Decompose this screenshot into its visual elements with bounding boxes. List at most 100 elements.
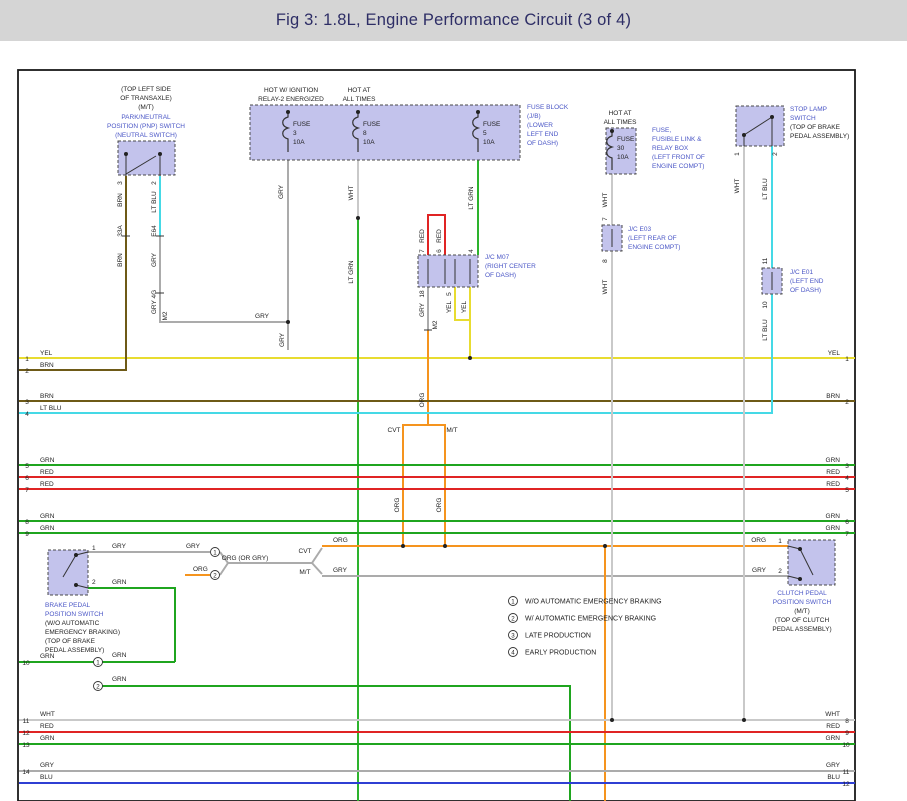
wire-label: (TOP OF CLUTCH [775,617,830,624]
wire-label: GRY [419,302,426,317]
wire-label: RED [40,481,54,488]
wire-label: LT BLU [762,319,769,341]
junction-dot [401,544,405,548]
junction-dot [74,583,78,587]
wire-label: 8 [25,519,29,526]
wire-gry-merge-c [312,563,322,574]
wire-label: ORG [333,537,348,544]
wire-label: GRN [826,525,841,532]
junction-dot [610,129,614,133]
wire-label: CVT [299,548,312,555]
component-label: LEFT END [527,131,559,138]
wire-label: GRY [255,313,270,320]
wire-label: 9 [25,531,29,538]
component-label: POSITION (PNP) SWITCH [107,123,185,130]
component-label: (NEUTRAL SWITCH) [115,132,177,139]
wire-label: 3 [293,130,297,137]
circled-number-text: 1 [213,549,217,556]
wire-label: 5 [483,130,487,137]
wire-label: RED [826,481,840,488]
wire-label: 2 [25,368,29,375]
component-label: FUSE, [652,127,671,134]
component-label: CLUTCH PEDAL [777,590,827,597]
wire-label: 2 [92,579,96,586]
wire-label: FUSE [617,136,635,143]
wire-label: RED [40,469,54,476]
wire-label: ALL TIMES [604,119,638,126]
wire-label: 5 [25,463,29,470]
legend-marker-number: 4 [511,649,515,656]
wire-label: (M/T) [794,608,810,615]
wire-label: LT BLU [151,191,158,213]
wire-label: BRN [117,193,124,207]
wire-label: (TOP OF BRAKE [45,638,96,645]
wire-label: 1 [92,545,96,552]
wire-label: LT GRN [348,260,355,284]
wire-label: 10A [617,154,629,161]
junction-dot [476,110,480,114]
wire-label: RED [826,469,840,476]
component-label: RELAY BOX [652,145,689,152]
diagram-border [18,70,855,801]
component-label: OF DASH) [527,140,558,147]
wire-label: ORG [751,537,766,544]
wire-label: BLU [827,774,840,781]
wire-label: FUSE [483,121,501,128]
junction-dot [770,115,774,119]
component-label: (LEFT REAR OF [628,235,677,242]
wire-label: YEL [446,300,453,313]
jc-m07-box [418,255,478,287]
wire-label: BLU [40,774,53,781]
wire-label: GRY [112,543,127,550]
wire-label: HOT W/ IGNITION [264,87,318,94]
junction-dot [124,152,128,156]
legend-item-text: EARLY PRODUCTION [525,650,596,657]
wire-label: ORG [419,393,426,408]
component-label: STOP LAMP [790,106,827,113]
component-label: POSITION SWITCH [773,599,832,606]
wire-label: BRN [826,393,840,400]
wire-label: RED [419,229,426,243]
legend-marker-number: 3 [511,632,515,639]
component-label: POSITION SWITCH [45,611,104,618]
wire-label: (M/T) [138,104,154,111]
wire-label: WHT [348,186,355,201]
wire-label: ALL TIMES [343,96,377,103]
component-label: (J/B) [527,113,541,120]
component-label: BRAKE PEDAL [45,602,91,609]
wire-label: M/T [446,427,457,434]
wire-label: 2 [845,399,849,406]
wire-label: FUSE [293,121,311,128]
wire-label: HOT AT [609,110,632,117]
wire-label: 1 [734,152,741,156]
junction-dot [468,356,472,360]
wire-label: 2 [778,568,782,575]
wire-label: GRY [151,252,158,267]
wire-label: 10 [22,660,30,667]
component-label: (RIGHT CENTER [485,263,536,270]
component-label: (LOWER [527,122,553,129]
wire-label: RED [826,723,840,730]
wire-label: HOT AT [348,87,371,94]
wire-label: 4 [25,411,29,418]
junction-dot [356,216,360,220]
wire-label: 12 [842,781,850,788]
wire-label: 5 [845,487,849,494]
wire-label: 10A [363,139,375,146]
junction-dot [286,110,290,114]
wire-label: RELAY-2 ENERGIZED [258,96,324,103]
wire-label: WHT [734,179,741,194]
wire-label: GRY [186,543,201,550]
wire-label: 5 [446,292,453,296]
wire-label: 30 [617,145,625,152]
wire-label: LT GRN [468,186,475,210]
wire-label: GRY [752,567,767,574]
wire-label: E64 [151,225,158,237]
legend-marker-number: 2 [511,615,515,622]
wire-label: (TOP LEFT SIDE [121,86,172,93]
wire-label: 6 [436,249,443,253]
wire-label: ORG [436,498,443,513]
wire-label: GRY [40,762,55,769]
wire-label: CVT [388,427,401,434]
wire-label: 6 [25,475,29,482]
